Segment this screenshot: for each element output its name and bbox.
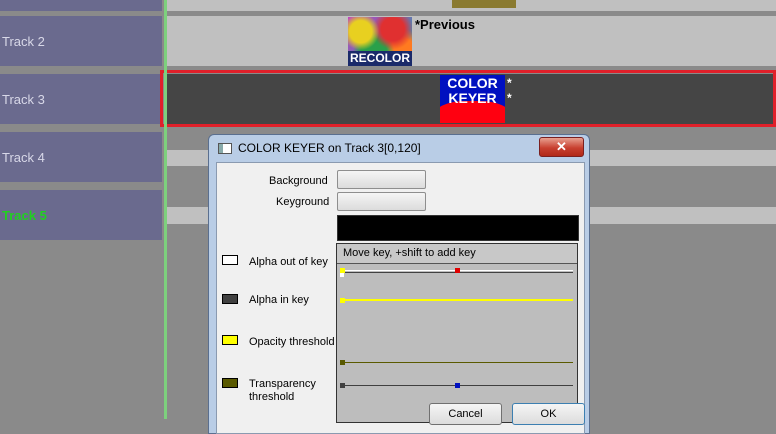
recolor-clip[interactable]: RECOLOR — [348, 17, 412, 66]
recolor-clip-label: RECOLOR — [348, 51, 412, 66]
dialog-client-area: Background Keyground Alpha out of key Al… — [216, 162, 585, 434]
cancel-button[interactable]: Cancel — [429, 403, 502, 425]
track-5-label[interactable]: Track 5 — [0, 190, 162, 240]
opacity-line[interactable] — [340, 299, 573, 301]
color-keyer-dialog: COLOR KEYER on Track 3[0,120] ✕ Backgrou… — [208, 134, 590, 434]
close-button[interactable]: ✕ — [539, 137, 584, 157]
track-4-name: Track 4 — [2, 149, 45, 165]
transparency-label-line1: Transparency — [249, 378, 316, 390]
window-icon — [218, 143, 232, 154]
color-keyer-mark-2: * — [507, 91, 512, 105]
track-2-name: Track 2 — [2, 33, 45, 49]
track-1-label — [0, 0, 162, 11]
opacity-label: Opacity threshold — [249, 336, 335, 348]
track-3-label[interactable]: Track 3 — [0, 74, 162, 124]
key-handle-blue[interactable] — [455, 383, 460, 388]
transparency-swatch — [222, 378, 238, 388]
track-3-name: Track 3 — [2, 91, 45, 107]
key-handle-opacity[interactable] — [340, 298, 345, 303]
key-curve-graph[interactable]: Move key, +shift to add key — [336, 243, 578, 423]
key-handle-dark[interactable] — [340, 383, 345, 388]
alpha-in-label: Alpha in key — [249, 294, 309, 306]
track-4-label[interactable]: Track 4 — [0, 132, 162, 182]
alpha-out-swatch — [222, 255, 238, 265]
graph-hint: Move key, +shift to add key — [337, 244, 577, 264]
alpha-out-label: Alpha out of key — [249, 256, 328, 268]
opacity-swatch — [222, 335, 238, 345]
transparency-line[interactable] — [340, 362, 573, 363]
track-2-label[interactable]: Track 2 — [0, 16, 162, 66]
track-5-name: Track 5 — [2, 207, 47, 223]
color-keyer-line2: KEYER — [448, 90, 497, 106]
transparency-label: Transparency threshold — [249, 378, 316, 404]
key-handle-white[interactable] — [340, 273, 344, 277]
key-handle-red[interactable] — [455, 268, 460, 273]
background-label: Background — [269, 175, 328, 187]
background-button[interactable] — [337, 170, 426, 189]
ok-button[interactable]: OK — [512, 403, 585, 425]
color-keyer-line1: COLOR — [447, 75, 498, 91]
dialog-title: COLOR KEYER on Track 3[0,120] — [238, 141, 421, 155]
recolor-clip-caption: *Previous — [415, 17, 475, 32]
key-color-preview[interactable] — [337, 215, 579, 241]
keyground-button[interactable] — [337, 192, 426, 211]
close-icon: ✕ — [556, 139, 567, 154]
key-handle-transparency[interactable] — [340, 360, 345, 365]
color-keyer-clip-label: COLOR KEYER — [440, 76, 505, 106]
keyground-label: Keyground — [276, 196, 330, 208]
dialog-titlebar[interactable]: COLOR KEYER on Track 3[0,120] ✕ — [209, 135, 589, 161]
playhead-line[interactable] — [164, 0, 167, 419]
color-keyer-mark-1: * — [507, 76, 512, 90]
transparency-label-line2: threshold — [249, 391, 295, 403]
color-keyer-clip[interactable]: COLOR KEYER — [440, 75, 505, 123]
alpha-in-swatch — [222, 294, 238, 304]
clip-thumbnail-partial[interactable] — [452, 0, 516, 8]
